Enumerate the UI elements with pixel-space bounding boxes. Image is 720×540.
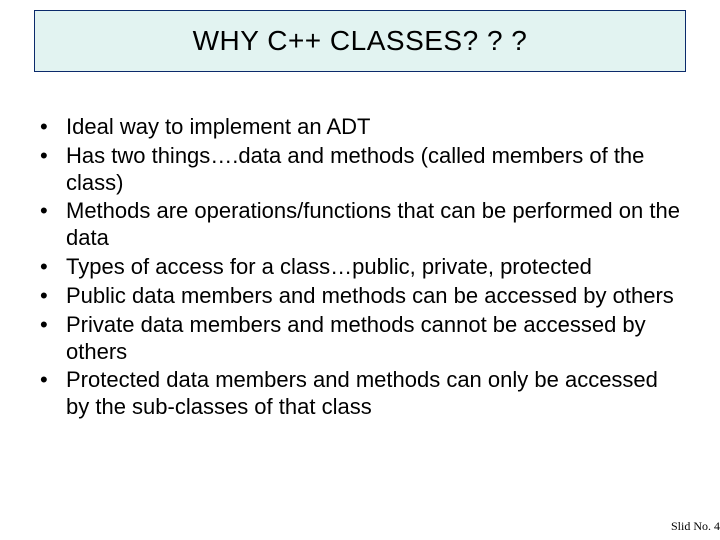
list-item: Private data members and methods cannot … — [34, 312, 686, 366]
slide-body: Ideal way to implement an ADT Has two th… — [34, 114, 686, 423]
title-box: WHY C++ CLASSES? ? ? — [34, 10, 686, 72]
list-item: Public data members and methods can be a… — [34, 283, 686, 310]
list-item: Types of access for a class…public, priv… — [34, 254, 686, 281]
list-item: Protected data members and methods can o… — [34, 367, 686, 421]
list-item: Methods are operations/functions that ca… — [34, 198, 686, 252]
slide-title: WHY C++ CLASSES? ? ? — [193, 25, 528, 57]
bullet-list: Ideal way to implement an ADT Has two th… — [34, 114, 686, 421]
list-item: Ideal way to implement an ADT — [34, 114, 686, 141]
slide-number: Slid No. 4 — [671, 519, 720, 534]
list-item: Has two things….data and methods (called… — [34, 143, 686, 197]
slide: WHY C++ CLASSES? ? ? Ideal way to implem… — [0, 0, 720, 540]
